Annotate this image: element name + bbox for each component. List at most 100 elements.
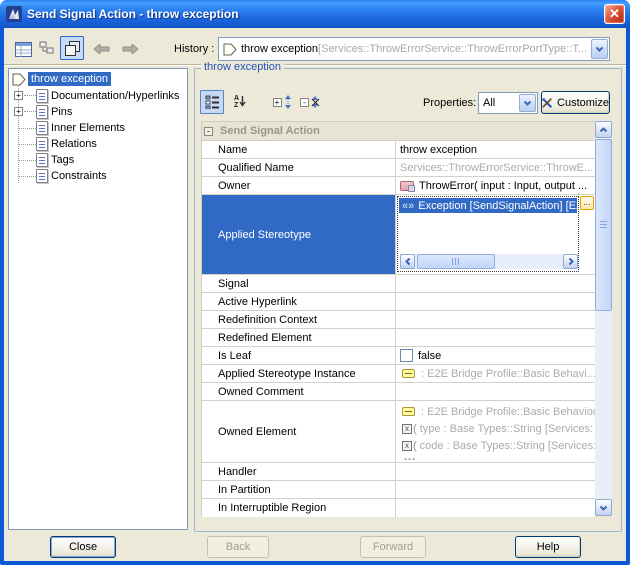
property-value[interactable]: false [396,347,595,364]
is-leaf-checkbox[interactable] [400,349,413,362]
property-value[interactable] [396,383,595,400]
owner-value-text: ThrowError( input : Input, output ... [419,180,587,192]
property-value[interactable] [396,499,595,517]
owned-element-item[interactable]: x( code : Base Types::String [Services: [400,437,595,454]
sort-alphabetically-button[interactable]: AZ [228,90,252,114]
property-row-in-partition[interactable]: In Partition [202,481,595,499]
property-row-owner[interactable]: Owner ThrowError( input : Input, output … [202,177,595,195]
properties-filter-combobox[interactable]: All [478,92,538,114]
vertical-scrollbar[interactable] [595,121,612,516]
property-label: Active Hyperlink [202,293,396,310]
is-leaf-value-text: false [418,350,441,362]
property-label: In Interruptible Region [202,499,396,517]
vertical-scroll-thumb[interactable] [595,139,612,311]
customize-button[interactable]: Customize [541,91,610,114]
property-row-active-hyperlink[interactable]: Active Hyperlink [202,293,595,311]
property-value[interactable] [396,275,595,292]
help-button[interactable]: Help [515,536,581,558]
document-page-icon [36,89,48,103]
property-value[interactable] [396,311,595,328]
tree-view-button[interactable] [35,37,59,61]
expand-icon[interactable]: + [14,107,23,116]
properties-view-button[interactable] [11,37,35,61]
stacked-windows-button[interactable] [60,36,84,60]
property-row-redefined-element[interactable]: Redefined Element [202,329,595,347]
back-button-toolbar[interactable] [90,37,114,61]
history-combobox[interactable]: throw exception [Services::ThrowErrorSer… [218,37,610,61]
tree-item-label[interactable]: Constraints [48,169,110,183]
property-value[interactable] [396,329,595,346]
browse-stereotype-button[interactable]: ... [580,196,594,210]
document-page-icon [36,153,48,167]
property-row-applied-stereotype-instance[interactable]: Applied Stereotype Instance : E2E Bridge… [202,365,595,383]
property-row-redefinition-context[interactable]: Redefinition Context [202,311,595,329]
property-value[interactable] [396,481,595,498]
tree-item-tags[interactable]: Tags [36,152,77,168]
property-row-qualified-name[interactable]: Qualified Name Services::ThrowErrorServi… [202,159,595,177]
history-dropdown-button[interactable] [591,39,608,59]
tree-item-label[interactable]: Relations [48,137,100,151]
property-value[interactable]: throw exception [396,141,595,158]
scroll-left-button[interactable] [400,254,415,269]
tree-item-inner-elements[interactable]: Inner Elements [36,120,128,136]
back-button[interactable]: Back [207,536,269,558]
property-row-owned-comment[interactable]: Owned Comment [202,383,595,401]
horizontal-scroll-thumb[interactable] [417,254,495,269]
property-value[interactable]: : E2E Bridge Profile::Basic Behavi... [396,365,595,382]
tree-item-constraints[interactable]: Constraints [36,168,110,184]
horizontal-scrollbar[interactable] [400,254,578,269]
property-row-in-interruptible-region[interactable]: In Interruptible Region [202,499,595,517]
property-row-signal[interactable]: Signal [202,275,595,293]
collapse-section-icon[interactable]: - [204,127,213,136]
tree-item-throw-exception[interactable]: throw exception [12,71,111,87]
property-row-is-leaf[interactable]: Is Leaf false [202,347,595,365]
app-icon [6,6,22,22]
close-window-button[interactable]: ✕ [604,4,625,24]
tree-item-label[interactable]: Tags [48,153,77,167]
scroll-down-button[interactable] [595,499,612,516]
pin-paren-icon: ( [413,423,417,435]
tree-item-label[interactable]: Pins [48,105,75,119]
stereotype-list[interactable]: «» Exception [SendSignalAction] [E2 [397,196,579,272]
tree-item-pins[interactable]: Pins [36,104,75,120]
categorized-list-icon [205,95,220,109]
stereotype-list-item[interactable]: «» Exception [SendSignalAction] [E2 [399,198,577,213]
owned-element-item[interactable]: x( type : Base Types::String [Services: [400,420,595,437]
tree-item-relations[interactable]: Relations [36,136,100,152]
property-value[interactable]: «» Exception [SendSignalAction] [E2 [396,195,595,274]
tree-item-label[interactable]: Inner Elements [48,121,128,135]
forward-button[interactable]: Forward [360,536,426,558]
owned-element-text: type : Base Types::String [Services: [420,423,593,435]
property-row-owned-element[interactable]: Owned Element : E2E Bridge Profile::Basi… [202,401,595,463]
stereotype-item-text: Exception [SendSignalAction] [E2 [418,200,577,212]
tree-connector-stub [18,144,36,145]
property-value[interactable] [396,293,595,310]
collapse-all-button[interactable]: - [298,90,322,114]
pin-icon: x [402,441,412,451]
section-header-row[interactable]: - Send Signal Action [202,122,595,141]
property-row-handler[interactable]: Handler [202,463,595,481]
navigation-tree[interactable]: throw exception + Documentation/Hyperlin… [8,68,188,530]
property-value[interactable]: : E2E Bridge Profile::Basic Behaviour x(… [396,401,595,462]
properties-dropdown-button[interactable] [519,94,536,112]
close-button[interactable]: Close [50,536,116,558]
title-bar[interactable]: Send Signal Action - throw exception ✕ [0,0,630,28]
tree-item-documentation[interactable]: Documentation/Hyperlinks [36,88,182,104]
scroll-up-button[interactable] [595,121,612,138]
owned-element-item[interactable]: : E2E Bridge Profile::Basic Behaviour [400,403,595,420]
property-value[interactable] [396,463,595,480]
property-value[interactable]: Services::ThrowErrorService::ThrowE... [396,159,595,176]
property-value[interactable]: ThrowError( input : Input, output ... [396,177,595,194]
tree-item-label[interactable]: Documentation/Hyperlinks [48,89,182,103]
expand-all-button[interactable]: + [270,90,294,114]
forward-button-toolbar[interactable] [118,37,142,61]
scroll-right-button[interactable] [563,254,578,269]
property-row-name[interactable]: Name throw exception [202,141,595,159]
expand-icon[interactable]: + [14,91,23,100]
categorized-view-button[interactable] [200,90,224,114]
property-row-applied-stereotype[interactable]: Applied Stereotype «» Exception [SendSig… [202,195,595,275]
tree-connector-stub [24,95,36,96]
document-page-icon [36,105,48,119]
document-page-icon [36,169,48,183]
tree-item-label[interactable]: throw exception [28,72,111,86]
